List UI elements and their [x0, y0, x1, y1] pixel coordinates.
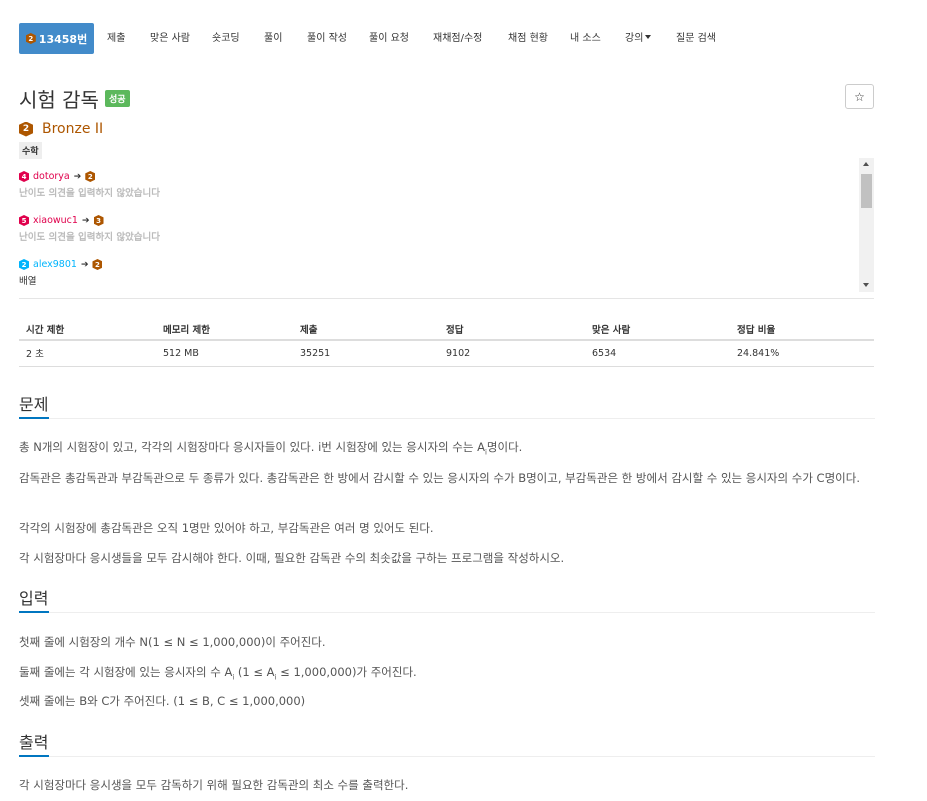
- opinions-scrollbar[interactable]: [859, 158, 874, 292]
- col-memory-limit: 메모리 제한: [156, 318, 293, 341]
- memory-limit-value: 512 MB: [156, 340, 293, 367]
- problem-description-p3: 각각의 시험장에 총감독관은 오직 1명만 있어야 하고, 부감독관은 여러 명…: [19, 521, 434, 535]
- text: 둘째 줄에는 각 시험장에 있는 응시자의 수 A: [19, 665, 233, 679]
- table-row: 2 초 512 MB 35251 9102 6534 24.841%: [19, 340, 874, 367]
- opinion-user[interactable]: dotorya: [33, 171, 70, 182]
- problem-description-p4: 각 시험장마다 응시생들을 모두 감시해야 한다. 이때, 필요한 감독관 수의…: [19, 551, 565, 565]
- nav-question-search[interactable]: 질문 검색: [676, 23, 716, 54]
- bronze-tier-icon: 2: [19, 121, 33, 137]
- text: 명이다.: [486, 440, 523, 454]
- opinion-text: 난이도 의견을 입력하지 않았습니다: [19, 188, 161, 199]
- col-time-limit: 시간 제한: [19, 318, 156, 341]
- nav-lectures-label: 강의: [625, 33, 644, 44]
- difficulty-opinions: 4 dotorya ➔ 2 난이도 의견을 입력하지 않았습니다 5 xiaow…: [19, 158, 874, 292]
- col-accept-ratio: 정답 비율: [730, 318, 874, 341]
- opinion-user[interactable]: alex9801: [33, 259, 77, 270]
- opinion-item: 2 alex9801 ➔ 2 배열: [19, 259, 103, 287]
- arrow-right-icon: ➔: [81, 215, 90, 226]
- input-description-p1: 첫째 줄에 시험장의 개수 N(1 ≤ N ≤ 1,000,000)이 주어진다…: [19, 635, 326, 649]
- output-description-p1: 각 시험장마다 응시생을 모두 감독하기 위해 필요한 감독관의 최소 수를 출…: [19, 778, 409, 792]
- section-divider: [19, 611, 875, 613]
- problem-description-p2: 감독관은 총감독관과 부감독관으로 두 종류가 있다. 총감독관은 한 방에서 …: [19, 471, 860, 485]
- input-section-title: 입력: [19, 589, 49, 608]
- tier-name[interactable]: Bronze II: [42, 121, 103, 137]
- time-limit-value: 2 초: [19, 340, 156, 367]
- nav-short-coding[interactable]: 숏코딩: [212, 23, 240, 54]
- scrollbar-thumb[interactable]: [861, 174, 872, 208]
- nav-items: 제출 맞은 사람 숏코딩 풀이 풀이 작성 풀이 요청 재채점/수정 채점 현황…: [19, 23, 739, 54]
- problem-section-title: 문제: [19, 395, 49, 414]
- problem-title: 시험 감독: [19, 88, 99, 112]
- col-accepted: 정답: [439, 318, 585, 341]
- col-submissions: 제출: [293, 318, 439, 341]
- nav-submit[interactable]: 제출: [107, 23, 125, 54]
- input-description-p3: 셋째 줄에는 B와 C가 주어진다. (1 ≤ B, C ≤ 1,000,000…: [19, 694, 306, 708]
- text: ≤ 1,000,000)가 주어진다.: [276, 665, 417, 679]
- nav-my-source[interactable]: 내 소스: [570, 23, 601, 54]
- nav-solutions[interactable]: 풀이: [264, 23, 282, 54]
- accepted-users-value: 6534: [585, 340, 730, 367]
- input-description-p2: 둘째 줄에는 각 시험장에 있는 응시자의 수 Ai (1 ≤ Ai ≤ 1,0…: [19, 661, 875, 688]
- accepted-value: 9102: [439, 340, 585, 367]
- opinion-item: 5 xiaowuc1 ➔ 3 난이도 의견을 입력하지 않았습니다: [19, 215, 160, 243]
- favorite-star-button[interactable]: ☆: [845, 84, 874, 109]
- opinion-text: 배열: [19, 276, 37, 287]
- opinion-user[interactable]: xiaowuc1: [33, 215, 78, 226]
- col-accepted-users: 맞은 사람: [585, 318, 730, 341]
- nav-write-solution[interactable]: 풀이 작성: [307, 23, 347, 54]
- nav-rejudge[interactable]: 재채점/수정: [433, 23, 482, 54]
- arrow-right-icon: ➔: [80, 259, 89, 270]
- nav-status[interactable]: 채점 현황: [508, 23, 548, 54]
- submissions-value: 35251: [293, 340, 439, 367]
- problem-description-p1: 총 N개의 시험장이 있고, 각각의 시험장마다 응시자들이 있다. i번 시험…: [19, 436, 875, 463]
- output-section-title: 출력: [19, 733, 49, 752]
- diamond-tier-icon: 2: [19, 259, 29, 270]
- section-divider: [19, 755, 875, 757]
- problem-tier: 2 Bronze II: [19, 121, 103, 137]
- problem-info-table: 시간 제한 메모리 제한 제출 정답 맞은 사람 정답 비율 2 초 512 M…: [19, 318, 874, 367]
- bronze-tier-icon: 2: [92, 259, 103, 270]
- scroll-up-arrow-icon[interactable]: [863, 162, 869, 166]
- star-icon: ☆: [854, 89, 865, 104]
- ruby-tier-icon: 5: [19, 215, 29, 226]
- table-header-row: 시간 제한 메모리 제한 제출 정답 맞은 사람 정답 비율: [19, 318, 874, 341]
- ruby-tier-icon: 4: [19, 171, 29, 182]
- text: (1 ≤ A: [234, 665, 275, 679]
- text: 총 N개의 시험장이 있고, 각각의 시험장마다 응시자들이 있다. i번 시험…: [19, 440, 485, 454]
- opinion-text: 난이도 의견을 입력하지 않았습니다: [19, 232, 161, 243]
- algorithm-tag[interactable]: 수학: [19, 142, 42, 159]
- nav-lectures[interactable]: 강의: [625, 23, 652, 54]
- opinion-item: 4 dotorya ➔ 2 난이도 의견을 입력하지 않았습니다: [19, 171, 160, 199]
- nav-request-solution[interactable]: 풀이 요청: [369, 23, 409, 54]
- status-badge: 성공: [104, 90, 130, 107]
- nav-accepted-users[interactable]: 맞은 사람: [150, 23, 190, 54]
- bronze-tier-icon: 2: [85, 171, 96, 182]
- accept-ratio-value: 24.841%: [730, 340, 874, 367]
- divider: [19, 298, 874, 299]
- scroll-down-arrow-icon[interactable]: [863, 283, 869, 287]
- problem-title-row: 시험 감독 성공: [19, 84, 130, 113]
- arrow-right-icon: ➔: [73, 171, 82, 182]
- section-divider: [19, 417, 875, 419]
- caret-down-icon: [645, 35, 652, 39]
- bronze-tier-icon: 3: [93, 215, 104, 226]
